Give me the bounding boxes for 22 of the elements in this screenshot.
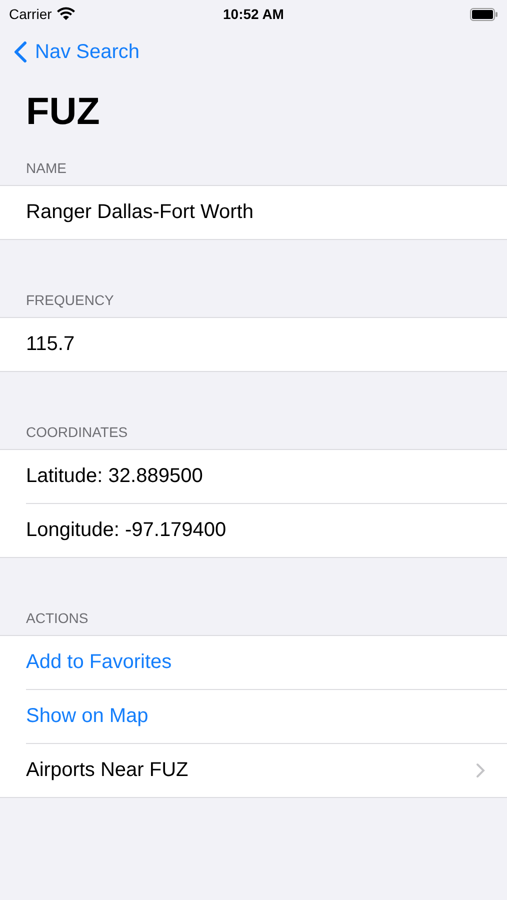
battery-icon [470, 8, 498, 20]
section-header: ACTIONS [26, 610, 88, 626]
cell-text: 115.7 [26, 333, 75, 356]
section-header: NAME [26, 160, 66, 176]
back-link[interactable]: Nav Search [14, 40, 140, 64]
section-header: COORDINATES [26, 424, 128, 440]
carrier-label: Carrier [9, 6, 52, 22]
chevron-right-icon [476, 763, 485, 778]
page-title: FUZ [25, 90, 101, 135]
table-row[interactable]: Add to Favorites [26, 636, 507, 690]
cell-text: Longitude: -97.179400 [26, 519, 226, 542]
cell-text: Ranger Dallas-Fort Worth [26, 201, 254, 224]
back-chevron-icon [14, 41, 27, 63]
wifi-icon [56, 7, 75, 21]
section-header: FREQUENCY [26, 292, 114, 308]
cell-text: Airports Near FUZ [26, 759, 188, 782]
action-label: Show on Map [26, 705, 148, 728]
cell-text: Latitude: 32.889500 [26, 465, 203, 488]
table-row[interactable]: Show on Map [26, 690, 507, 744]
action-label: Add to Favorites [26, 651, 172, 674]
table-row[interactable]: Airports Near FUZ [26, 744, 507, 797]
clock-time: 10:52 AM [223, 6, 284, 22]
